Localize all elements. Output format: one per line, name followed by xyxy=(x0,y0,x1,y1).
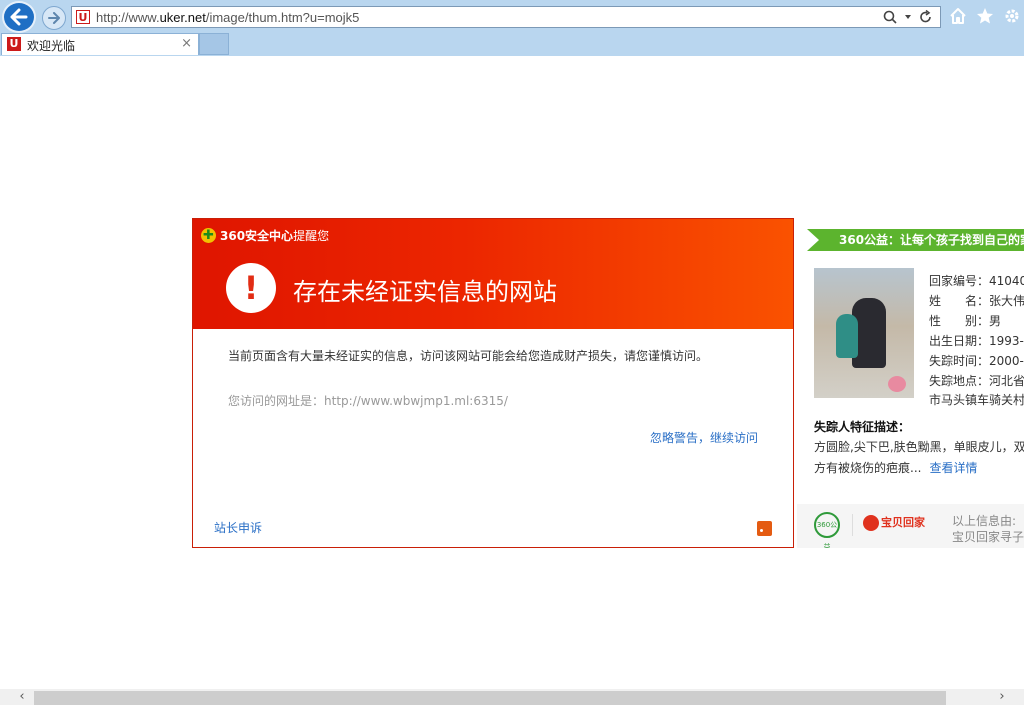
warning-message: 当前页面含有大量未经证实的信息，访问该网站可能会给您造成财产损失，请您谨慎访问。 xyxy=(228,349,709,363)
settings-button[interactable] xyxy=(1002,6,1022,26)
heart-icon xyxy=(863,515,879,531)
back-button[interactable] xyxy=(2,1,36,33)
missing-child-card: 360公益：让每个孩子找到自己的家 回家编号：41040 姓 名：张大伟 性 别… xyxy=(797,218,1024,504)
forward-arrow-icon xyxy=(48,12,60,24)
photo-watermark xyxy=(888,376,906,392)
favorites-button[interactable] xyxy=(975,6,995,26)
tab-active[interactable]: U 欢迎光临 × xyxy=(1,33,199,55)
scroll-left-icon[interactable]: ‹ xyxy=(14,689,30,705)
info-name: 姓 名：张大伟 xyxy=(929,294,1024,308)
tab-title: 欢迎光临 xyxy=(27,39,76,53)
scroll-right-icon[interactable]: › xyxy=(994,689,1010,705)
gear-icon xyxy=(1005,9,1019,23)
security-warning-panel: ✚ 360安全中心 提醒您 ! 存在未经证实信息的网站 当前页面含有大量未经证实… xyxy=(192,218,794,548)
warning-title: 存在未经证实信息的网站 xyxy=(293,278,557,306)
back-arrow-icon xyxy=(10,8,28,26)
url-text[interactable]: http://www.uker.net/image/thum.htm?u=moj… xyxy=(96,10,359,25)
photo-child xyxy=(836,314,858,358)
info-missing-place-cont: 市马头镇车骑关村 xyxy=(929,393,1024,407)
browser-toolbar xyxy=(948,6,1022,26)
source-label: 以上信息由: xyxy=(952,514,1017,528)
features-title: 失踪人特征描述： xyxy=(814,420,911,434)
visited-url: 您访问的网址是：http://www.wbwjmp1.ml:6315/ xyxy=(228,394,508,408)
view-details-link[interactable]: 查看详情 xyxy=(929,461,977,475)
address-bar[interactable]: U http://www.uker.net/image/thum.htm?u=m… xyxy=(71,6,941,28)
scrollbar-thumb[interactable] xyxy=(34,691,946,705)
info-missing-date: 失踪时间：2000-0 xyxy=(929,354,1024,368)
child-photo[interactable] xyxy=(814,268,914,398)
360-logo-icon: ✚ xyxy=(201,228,216,243)
browser-chrome: U http://www.uker.net/image/thum.htm?u=m… xyxy=(0,0,1024,56)
navigation-bar: U http://www.uker.net/image/thum.htm?u=m… xyxy=(0,0,1024,34)
home-button[interactable] xyxy=(948,6,968,26)
features-line-1: 方圆脸,尖下巴,肤色黝黑，单眼皮儿，双 xyxy=(814,440,1024,454)
360-charity-logo[interactable]: 360公益 xyxy=(814,512,840,548)
tab-bar: U 欢迎光临 × xyxy=(0,33,1024,56)
address-tools xyxy=(882,9,934,25)
missing-child-panel: 360公益：让每个孩子找到自己的家 回家编号：41040 姓 名：张大伟 性 别… xyxy=(797,218,1024,548)
brand-suffix: 提醒您 xyxy=(293,229,330,243)
panel-footer: 360公益 宝贝回家 以上信息由: 宝贝回家寻子 xyxy=(797,504,1024,548)
refresh-icon[interactable] xyxy=(918,9,934,25)
star-icon xyxy=(977,8,993,24)
info-gender: 性 别：男 xyxy=(929,314,1002,328)
footer-divider xyxy=(852,514,853,536)
webmaster-appeal-link[interactable]: 站长申诉 xyxy=(214,519,262,536)
warning-header: ✚ 360安全中心 提醒您 ! 存在未经证实信息的网站 xyxy=(193,219,793,329)
alert-icon: ! xyxy=(226,263,276,313)
close-icon[interactable]: × xyxy=(181,36,192,51)
new-tab-button[interactable] xyxy=(199,33,229,55)
info-missing-place: 失踪地点：河北省 xyxy=(929,374,1024,388)
baobei-huijia-logo[interactable]: 宝贝回家 xyxy=(863,514,925,531)
rss-feed-icon[interactable] xyxy=(757,521,772,536)
home-icon xyxy=(950,8,966,24)
brand-name: 360安全中心 xyxy=(220,229,294,243)
continue-anyway-link[interactable]: 忽略警告，继续访问 xyxy=(650,429,758,446)
info-id: 回家编号：41040 xyxy=(929,274,1024,288)
brand: ✚ 360安全中心 提醒您 xyxy=(201,227,329,244)
horizontal-scrollbar[interactable]: ‹ › xyxy=(0,689,1024,705)
tab-favicon-icon: U xyxy=(7,37,21,51)
charity-banner: 360公益：让每个孩子找到自己的家 xyxy=(807,229,1024,251)
source-name: 宝贝回家寻子 xyxy=(952,530,1024,544)
search-icon[interactable] xyxy=(882,9,898,25)
info-birthdate: 出生日期：1993-0 xyxy=(929,334,1024,348)
site-favicon: U xyxy=(76,10,90,24)
forward-button[interactable] xyxy=(42,6,66,30)
dropdown-icon[interactable] xyxy=(904,9,912,25)
features-line-2: 方有被烧伤的疤痕... 查看详情 xyxy=(814,461,978,475)
